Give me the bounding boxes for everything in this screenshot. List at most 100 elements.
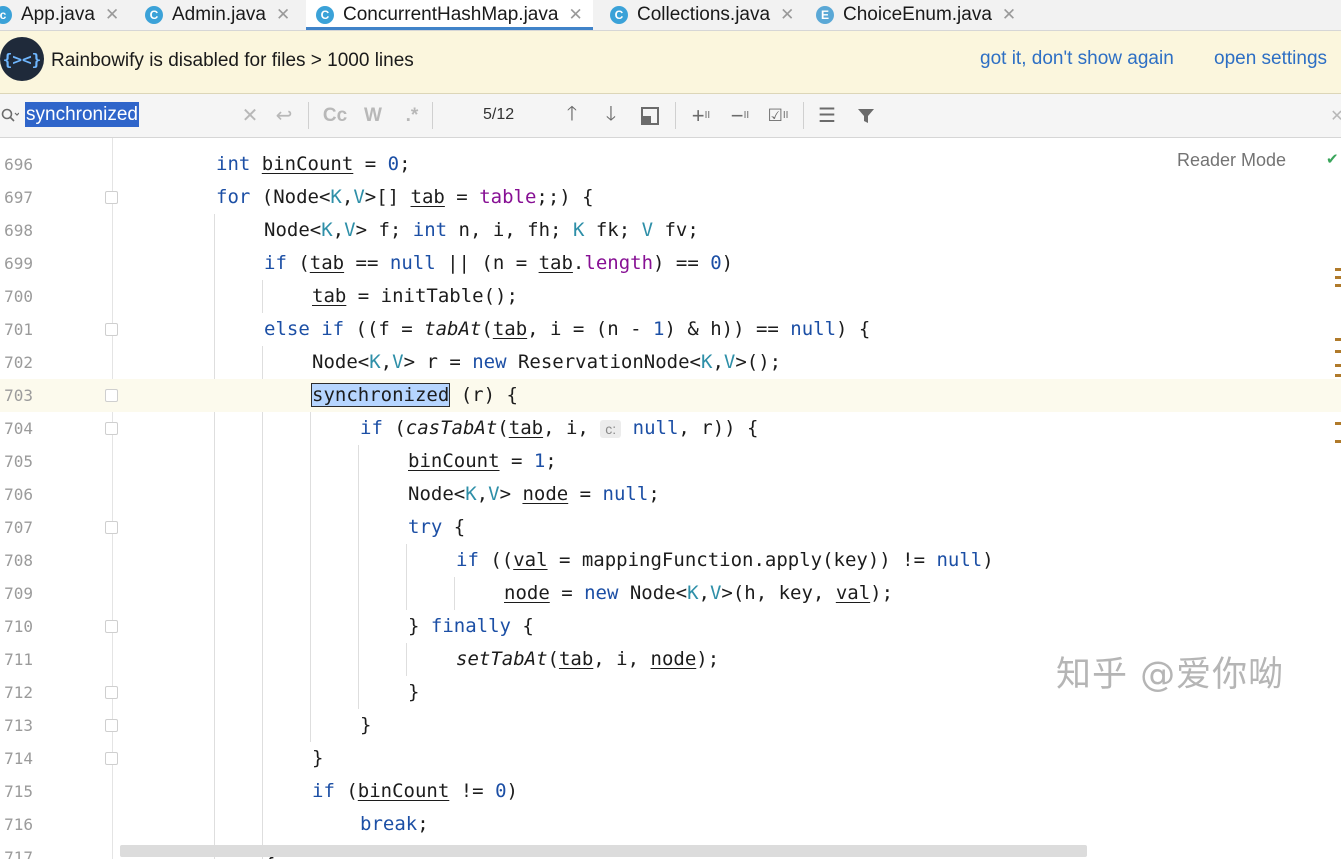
scroll-marker	[1335, 338, 1341, 341]
tab-concurrenthashmap-java[interactable]: C ConcurrentHashMap.java ✕	[306, 0, 593, 30]
editor-tab-bar: c App.java ✕ C Admin.java ✕ C Concurrent…	[0, 0, 1341, 31]
fold-end-marker-icon[interactable]	[105, 752, 118, 765]
fold-marker-icon[interactable]	[105, 422, 118, 435]
previous-occurrence-arrow-up-icon[interactable]: 🡑	[561, 94, 583, 137]
match-counter: 5/12	[483, 106, 515, 123]
line-number: 700	[4, 287, 33, 306]
scroll-marker	[1335, 350, 1341, 353]
search-match-highlight: synchronized	[310, 383, 451, 407]
separator	[675, 102, 676, 129]
search-icon[interactable]	[0, 94, 20, 137]
regex-toggle[interactable]: .*	[400, 94, 424, 137]
dont-show-again-link[interactable]: got it, don't show again	[980, 48, 1174, 70]
line-number: 711	[4, 650, 33, 669]
line-number: 705	[4, 452, 33, 471]
close-icon[interactable]: ✕	[568, 5, 582, 25]
filter-icon[interactable]	[855, 94, 877, 137]
tab-collections-java[interactable]: C Collections.java ✕	[610, 0, 794, 30]
tab-label: ConcurrentHashMap.java	[343, 4, 559, 25]
filter-search-results-icon[interactable]	[638, 94, 662, 137]
java-class-icon: C	[316, 6, 334, 24]
banner-message: Rainbowify is disabled for files > 1000 …	[51, 50, 414, 71]
scroll-marker	[1335, 374, 1341, 377]
code-line: 696 int binCount = 0;	[0, 148, 1341, 181]
line-number: 714	[4, 749, 33, 768]
line-number: 702	[4, 353, 33, 372]
code-line: 707 try {	[0, 511, 1341, 544]
code-line: 699 if (tab == null || (n = tab.length) …	[0, 247, 1341, 280]
whole-words-toggle[interactable]: W	[360, 94, 386, 137]
tab-label: ChoiceEnum.java	[843, 4, 992, 25]
line-number: 704	[4, 419, 33, 438]
tab-label: Admin.java	[172, 4, 266, 25]
code-editor[interactable]: / val null; 696 int binCount = 0; 697 fo…	[0, 138, 1341, 859]
scroll-marker	[1335, 422, 1341, 425]
fold-end-marker-icon[interactable]	[105, 686, 118, 699]
line-number: 698	[4, 221, 33, 240]
code-line: 698 Node<K,V> f; int n, i, fh; K fk; V f…	[0, 214, 1341, 247]
tab-label: App.java	[21, 4, 95, 25]
close-icon[interactable]: ✕	[1002, 5, 1016, 25]
next-occurrence-arrow-down-icon[interactable]: 🡓	[600, 94, 622, 137]
code-line-current: 703 synchronized (r) {	[0, 379, 1341, 412]
code-line: 714 }	[0, 742, 1341, 775]
tab-app-java[interactable]: c App.java ✕	[0, 0, 119, 30]
horizontal-scrollbar[interactable]	[120, 845, 1087, 857]
remove-occurrence-icon[interactable]: − II	[727, 94, 753, 137]
scroll-marker	[1335, 364, 1341, 367]
multiline-icon[interactable]: ☰	[815, 94, 839, 137]
scroll-marker	[1335, 268, 1341, 271]
code-line: 701 else if ((f = tabAt(tab, i = (n - 1)…	[0, 313, 1341, 346]
fold-marker-icon[interactable]	[105, 191, 118, 204]
close-icon[interactable]: ✕	[105, 5, 119, 25]
java-enum-icon: E	[816, 6, 834, 24]
fold-marker-icon[interactable]	[105, 620, 118, 633]
java-class-icon: c	[0, 6, 12, 24]
code-line: 704 if (casTabAt(tab, i, c: null, r)) {	[0, 412, 1341, 445]
code-line: 706 Node<K,V> node = null;	[0, 478, 1341, 511]
match-case-toggle[interactable]: Cc	[320, 94, 350, 137]
scroll-marker	[1335, 284, 1341, 287]
line-number: 716	[4, 815, 33, 834]
line-number: 715	[4, 782, 33, 801]
fold-marker-icon[interactable]	[105, 389, 118, 402]
add-occurrence-icon[interactable]: + II	[688, 94, 714, 137]
line-number: 697	[4, 188, 33, 207]
close-find-bar-icon[interactable]: ✕	[1330, 94, 1341, 137]
watermark: 知乎 @爱你呦	[1056, 655, 1285, 695]
code-line: 697 for (Node<K,V>[] tab = table;;) {	[0, 181, 1341, 214]
line-number: 699	[4, 254, 33, 273]
line-number: 703	[4, 386, 33, 405]
tab-choiceenum-java[interactable]: E ChoiceEnum.java ✕	[816, 0, 1016, 30]
line-number: 712	[4, 683, 33, 702]
code-line: 715 if (binCount != 0)	[0, 775, 1341, 808]
fold-marker-icon[interactable]	[105, 521, 118, 534]
parameter-hint: c:	[600, 420, 622, 438]
line-number: 709	[4, 584, 33, 603]
close-icon[interactable]: ✕	[780, 5, 794, 25]
code-line: / val null;	[0, 138, 1341, 145]
open-settings-link[interactable]: open settings	[1214, 48, 1327, 70]
line-number: 706	[4, 485, 33, 504]
reader-mode-button[interactable]: Reader Mode	[1177, 150, 1286, 171]
line-number: 708	[4, 551, 33, 570]
code-line: 700 tab = initTable();	[0, 280, 1341, 313]
line-number: 707	[4, 518, 33, 537]
search-input[interactable]: synchronized	[25, 102, 139, 127]
line-number: 713	[4, 716, 33, 735]
close-icon[interactable]: ✕	[276, 5, 290, 25]
scroll-marker	[1335, 440, 1341, 443]
select-all-occurrences-icon[interactable]: ☑ II	[764, 94, 792, 137]
java-class-icon: C	[145, 6, 163, 24]
code-line: 713 }	[0, 709, 1341, 742]
separator	[432, 102, 433, 129]
new-line-icon[interactable]: ↩	[272, 94, 296, 137]
code-line: 710 } finally {	[0, 610, 1341, 643]
fold-end-marker-icon[interactable]	[105, 719, 118, 732]
line-number: 717	[4, 848, 33, 859]
code-line: 708 if ((val = mappingFunction.apply(key…	[0, 544, 1341, 577]
fold-marker-icon[interactable]	[105, 323, 118, 336]
tab-admin-java[interactable]: C Admin.java ✕	[145, 0, 290, 30]
inspection-ok-check-icon[interactable]: ✔	[1326, 150, 1339, 168]
clear-search-icon[interactable]: ✕	[240, 94, 260, 137]
